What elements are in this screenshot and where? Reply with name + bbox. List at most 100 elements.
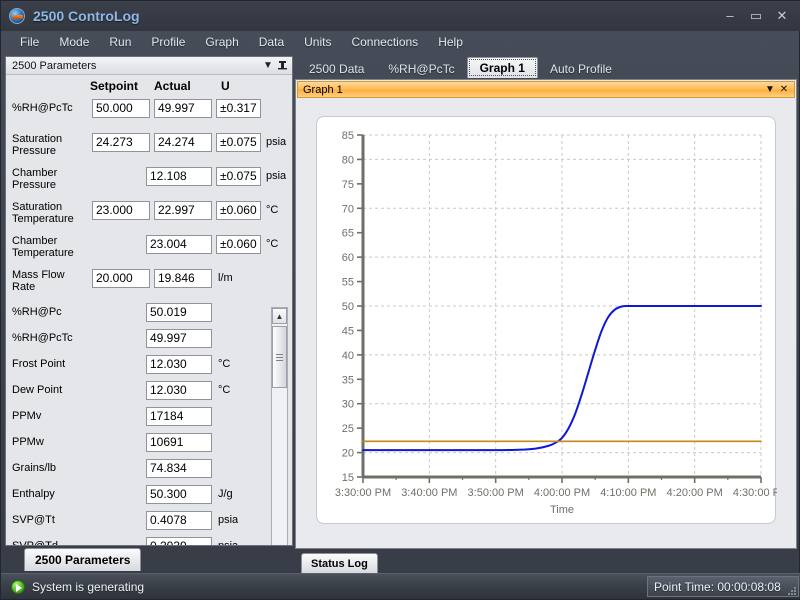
- parameter-label: %RH@Pc: [12, 306, 62, 318]
- actual-value-field: 23.004: [146, 235, 212, 254]
- tab-rh-pctc[interactable]: %RH@PcTc: [376, 59, 466, 78]
- x-axis-tick-label: 4:10:00 PM: [600, 487, 656, 499]
- menu-bar: File Mode Run Profile Graph Data Units C…: [1, 31, 800, 53]
- parameters-tabbar: 2500 Parameters: [5, 548, 293, 572]
- uncertainty-field: ±0.075: [216, 167, 261, 186]
- pin-icon[interactable]: [275, 59, 289, 73]
- chevron-down-icon[interactable]: ▼: [763, 84, 777, 95]
- x-axis-tick-label: 4:30:00 PM: [733, 487, 777, 499]
- actual-value-field: 19.846: [154, 269, 212, 288]
- y-axis-tick-label: 50: [342, 301, 354, 313]
- resize-grip-icon[interactable]: [787, 586, 797, 596]
- parameters-list: Setpoint Actual U %RH@PcTc 50.000 49.997 ±0…: [6, 75, 292, 545]
- column-header-actual: Actual: [154, 79, 191, 93]
- time-series-chart[interactable]: 15 20 25 30 35 40 45 50 55 60 65 70 75 80 85 3:30:00 PM…: [317, 117, 777, 525]
- uncertainty-field: ±0.317: [216, 99, 261, 118]
- menu-profile[interactable]: Profile: [142, 33, 194, 51]
- column-header-setpoint: Setpoint: [90, 79, 138, 93]
- unit-label: J/g: [218, 488, 233, 500]
- y-axis-tick-label: 25: [342, 423, 354, 435]
- parameter-label: Saturation Temperature: [12, 201, 74, 225]
- document-tabs: 2500 Data %RH@PcTc Graph 1 Auto Profile: [297, 57, 797, 78]
- menu-data[interactable]: Data: [250, 33, 293, 51]
- pin-glyph: [277, 60, 287, 69]
- tab-auto-profile[interactable]: Auto Profile: [538, 59, 624, 78]
- close-button[interactable]: ✕: [769, 5, 795, 27]
- menu-run[interactable]: Run: [100, 33, 140, 51]
- application-window: 2500 ControLog – ▭ ✕ File Mode Run Profi…: [0, 0, 800, 600]
- menu-help[interactable]: Help: [429, 33, 472, 51]
- unit-label: °C: [218, 358, 231, 370]
- unit-label: °C: [218, 384, 231, 396]
- unit-label: psia: [266, 136, 287, 148]
- y-axis-tick-label: 65: [342, 228, 354, 240]
- status-bar: System is generating Point Time: 00:00:0…: [1, 573, 800, 599]
- app-logo-icon: [9, 8, 25, 24]
- actual-value-field: 22.997: [154, 201, 212, 220]
- chart-card: 15 20 25 30 35 40 45 50 55 60 65 70 75 80 85 3:30:00 PM…: [316, 116, 777, 525]
- actual-value-field: 50.300: [146, 485, 212, 504]
- actual-value-field: 50.019: [146, 303, 212, 322]
- unit-label: psia: [218, 540, 238, 545]
- y-axis-tick-label: 80: [342, 154, 354, 166]
- uncertainty-field: ±0.075: [216, 133, 261, 152]
- title-bar: 2500 ControLog – ▭ ✕: [1, 1, 800, 31]
- minimize-button[interactable]: –: [717, 5, 743, 27]
- uncertainty-field: ±0.060: [216, 201, 261, 220]
- actual-value-field: 12.108: [146, 167, 212, 186]
- scroll-up-icon[interactable]: ▲: [272, 308, 287, 324]
- actual-value-field: 0.4078: [146, 511, 212, 530]
- x-axis-tick-label: 3:50:00 PM: [468, 487, 524, 499]
- setpoint-field[interactable]: 24.273: [92, 133, 150, 152]
- menu-mode[interactable]: Mode: [50, 33, 98, 51]
- actual-value-field: 12.030: [146, 381, 212, 400]
- parameters-panel: 2500 Parameters ▼ Setpoint Actual U %RH@…: [5, 56, 293, 546]
- x-axis-label: Time: [550, 504, 574, 516]
- actual-value-field: 74.834: [146, 459, 212, 478]
- parameters-panel-header: 2500 Parameters ▼: [6, 57, 292, 75]
- menu-graph[interactable]: Graph: [196, 33, 247, 51]
- x-axis-tick-label: 4:00:00 PM: [534, 487, 590, 499]
- parameter-label: PPMv: [12, 410, 42, 422]
- actual-value-field: 0.2039: [146, 537, 212, 545]
- y-axis-tick-label: 35: [342, 374, 354, 386]
- graph-panel: Graph 1 ▼ ✕ 15 20 25 30 35 40 45 50 55 60 65 70 75 80…: [295, 79, 797, 549]
- unit-label: °C: [266, 204, 279, 216]
- parameter-label: SVP@Tt: [12, 514, 55, 526]
- x-axis-tick-label: 3:40:00 PM: [401, 487, 457, 499]
- setpoint-field[interactable]: 23.000: [92, 201, 150, 220]
- chevron-down-icon[interactable]: ▼: [261, 59, 275, 73]
- tab-2500-data[interactable]: 2500 Data: [297, 59, 376, 78]
- actual-value-field: 10691: [146, 433, 212, 452]
- actual-value-field: 12.030: [146, 355, 212, 374]
- unit-label: °C: [266, 238, 279, 250]
- parameters-panel-title: 2500 Parameters: [12, 59, 97, 72]
- uncertainty-field: ±0.060: [216, 235, 261, 254]
- parameter-label: Chamber Pressure: [12, 167, 58, 191]
- unit-label: l/m: [218, 272, 233, 284]
- window-controls: – ▭ ✕: [717, 3, 795, 27]
- tab-graph-1[interactable]: Graph 1: [466, 57, 538, 78]
- maximize-button[interactable]: ▭: [743, 5, 769, 27]
- menu-connections[interactable]: Connections: [342, 33, 427, 51]
- graph-panel-titlebar: Graph 1 ▼ ✕: [297, 81, 795, 98]
- menu-units[interactable]: Units: [295, 33, 340, 51]
- close-icon[interactable]: ✕: [777, 84, 791, 95]
- parameter-label: Frost Point: [12, 358, 66, 370]
- menu-file[interactable]: File: [11, 33, 48, 51]
- actual-value-field: 24.274: [154, 133, 212, 152]
- tab-2500-parameters[interactable]: 2500 Parameters: [24, 548, 142, 571]
- parameters-column-headers: Setpoint Actual U: [6, 79, 278, 97]
- parameter-label: Enthalpy: [12, 488, 55, 500]
- setpoint-field[interactable]: 20.000: [92, 269, 150, 288]
- parameters-scrollbar[interactable]: ▲ ▼: [271, 307, 288, 545]
- parameter-label: Chamber Temperature: [12, 235, 74, 259]
- point-time-indicator: Point Time: 00:00:08:08: [647, 576, 799, 597]
- tab-status-log[interactable]: Status Log: [301, 553, 378, 573]
- scrollbar-thumb[interactable]: [272, 326, 287, 388]
- setpoint-field[interactable]: 50.000: [92, 99, 150, 118]
- y-axis-tick-label: 55: [342, 277, 354, 289]
- column-header-u: U: [221, 79, 230, 93]
- status-message: System is generating: [32, 579, 145, 594]
- unit-label: psia: [266, 170, 287, 182]
